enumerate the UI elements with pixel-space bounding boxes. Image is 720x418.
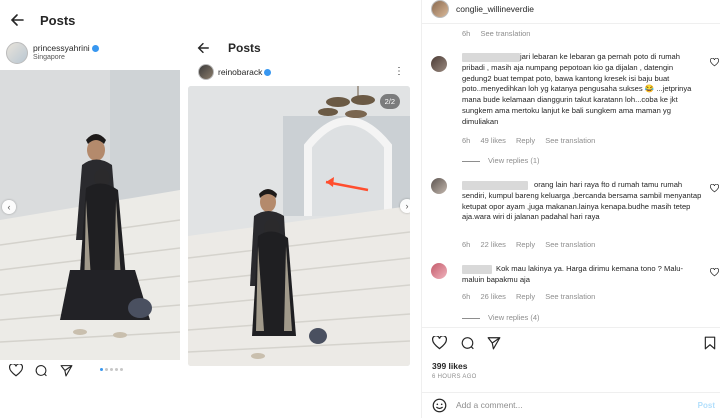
post-photo[interactable]: 2/2 › <box>188 86 410 366</box>
carousel-indicator <box>100 368 123 371</box>
likes-count[interactable]: 399 likes <box>432 361 467 371</box>
comment-likes[interactable]: 22 likes <box>480 240 505 249</box>
post-header: conglie_willineverdie <box>422 0 720 24</box>
page-title: Posts <box>40 13 76 28</box>
avatar[interactable] <box>198 64 214 80</box>
carousel-dot <box>120 368 123 371</box>
like-comment-heart-icon[interactable] <box>710 268 719 277</box>
comment-icon[interactable] <box>460 336 475 350</box>
add-comment-bar: Post <box>422 392 720 418</box>
heart-icon[interactable] <box>432 336 447 350</box>
carousel-dot <box>100 368 103 371</box>
more-options-icon[interactable]: ⋮ <box>394 66 404 77</box>
comments-panel: conglie_willineverdie 6h See translation… <box>421 0 720 418</box>
username[interactable]: princessyahrini <box>33 43 90 53</box>
post-timestamp: 6 HOURS AGO <box>432 374 477 380</box>
commenter-avatar[interactable] <box>431 178 447 194</box>
commenter-avatar[interactable] <box>431 263 447 279</box>
reply-button[interactable]: Reply <box>516 292 535 301</box>
see-translation-link[interactable]: See translation <box>545 240 595 249</box>
see-translation-link[interactable]: See translation <box>480 29 530 38</box>
carousel-dot <box>110 368 113 371</box>
reply-button[interactable]: Reply <box>516 240 535 249</box>
next-photo-button[interactable]: › <box>400 199 410 213</box>
post-comment-button[interactable]: Post <box>698 401 715 410</box>
share-icon[interactable] <box>60 364 73 377</box>
comment-time: 6h <box>462 292 471 301</box>
comment-time: 6h <box>462 29 471 38</box>
verified-badge-icon <box>91 45 99 53</box>
comment-text: orang lain hari raya fto d rumah tamu ru… <box>462 180 702 222</box>
comment-meta: 6h See translation <box>462 29 538 38</box>
carousel-counter: 2/2 <box>379 94 400 109</box>
comment-likes[interactable]: 26 likes <box>480 292 505 301</box>
username[interactable]: conglie_willineverdie <box>456 4 534 14</box>
add-comment-input[interactable] <box>456 400 676 410</box>
page-title: Posts <box>228 41 261 55</box>
heart-icon[interactable] <box>9 364 23 377</box>
comment-meta: 6h 26 likes Reply See translation <box>462 292 603 301</box>
left-screenshot: Posts princessyahrini Singapore ‹ <box>0 0 190 418</box>
location[interactable]: Singapore <box>33 54 65 61</box>
verified-badge-icon <box>264 69 272 77</box>
comment-text: Kok mau lakinya ya. Harga dirimu kemana … <box>462 264 683 284</box>
comment-meta: 6h 22 likes Reply See translation <box>462 240 603 249</box>
divider <box>422 327 720 328</box>
view-replies-button[interactable]: View replies (1) <box>462 156 540 165</box>
see-translation-link[interactable]: See translation <box>545 292 595 301</box>
username[interactable]: reinobarack <box>218 67 262 77</box>
emoji-icon[interactable] <box>432 398 447 413</box>
reply-button[interactable]: Reply <box>516 136 535 145</box>
share-icon[interactable] <box>487 336 501 350</box>
see-translation-link[interactable]: See translation <box>545 136 595 145</box>
comment-meta: 6h 49 likes Reply See translation <box>462 136 603 145</box>
photo-scene <box>0 70 180 360</box>
middle-screenshot: Posts reinobarack ⋮ 2/2 › <box>188 0 414 418</box>
like-comment-heart-icon[interactable] <box>710 184 719 193</box>
comment-time: 6h <box>462 240 471 249</box>
comment-text: jari lebaran ke lebaran ga pernah poto d… <box>462 52 692 126</box>
prev-photo-button[interactable]: ‹ <box>2 200 16 214</box>
comment-icon[interactable] <box>34 364 48 377</box>
bookmark-icon[interactable] <box>704 336 716 350</box>
comment-time: 6h <box>462 136 471 145</box>
view-replies-button[interactable]: View replies (4) <box>462 313 540 322</box>
like-comment-heart-icon[interactable] <box>710 58 719 67</box>
comment-likes[interactable]: 49 likes <box>480 136 505 145</box>
avatar[interactable] <box>431 0 449 18</box>
commenter-avatar[interactable] <box>431 56 447 72</box>
back-arrow-icon[interactable] <box>9 12 25 28</box>
carousel-dot <box>105 368 108 371</box>
photo-scene <box>188 86 410 366</box>
post-photo[interactable]: ‹ <box>0 70 180 360</box>
avatar[interactable] <box>6 42 28 64</box>
carousel-dot <box>115 368 118 371</box>
back-arrow-icon[interactable] <box>196 41 210 55</box>
